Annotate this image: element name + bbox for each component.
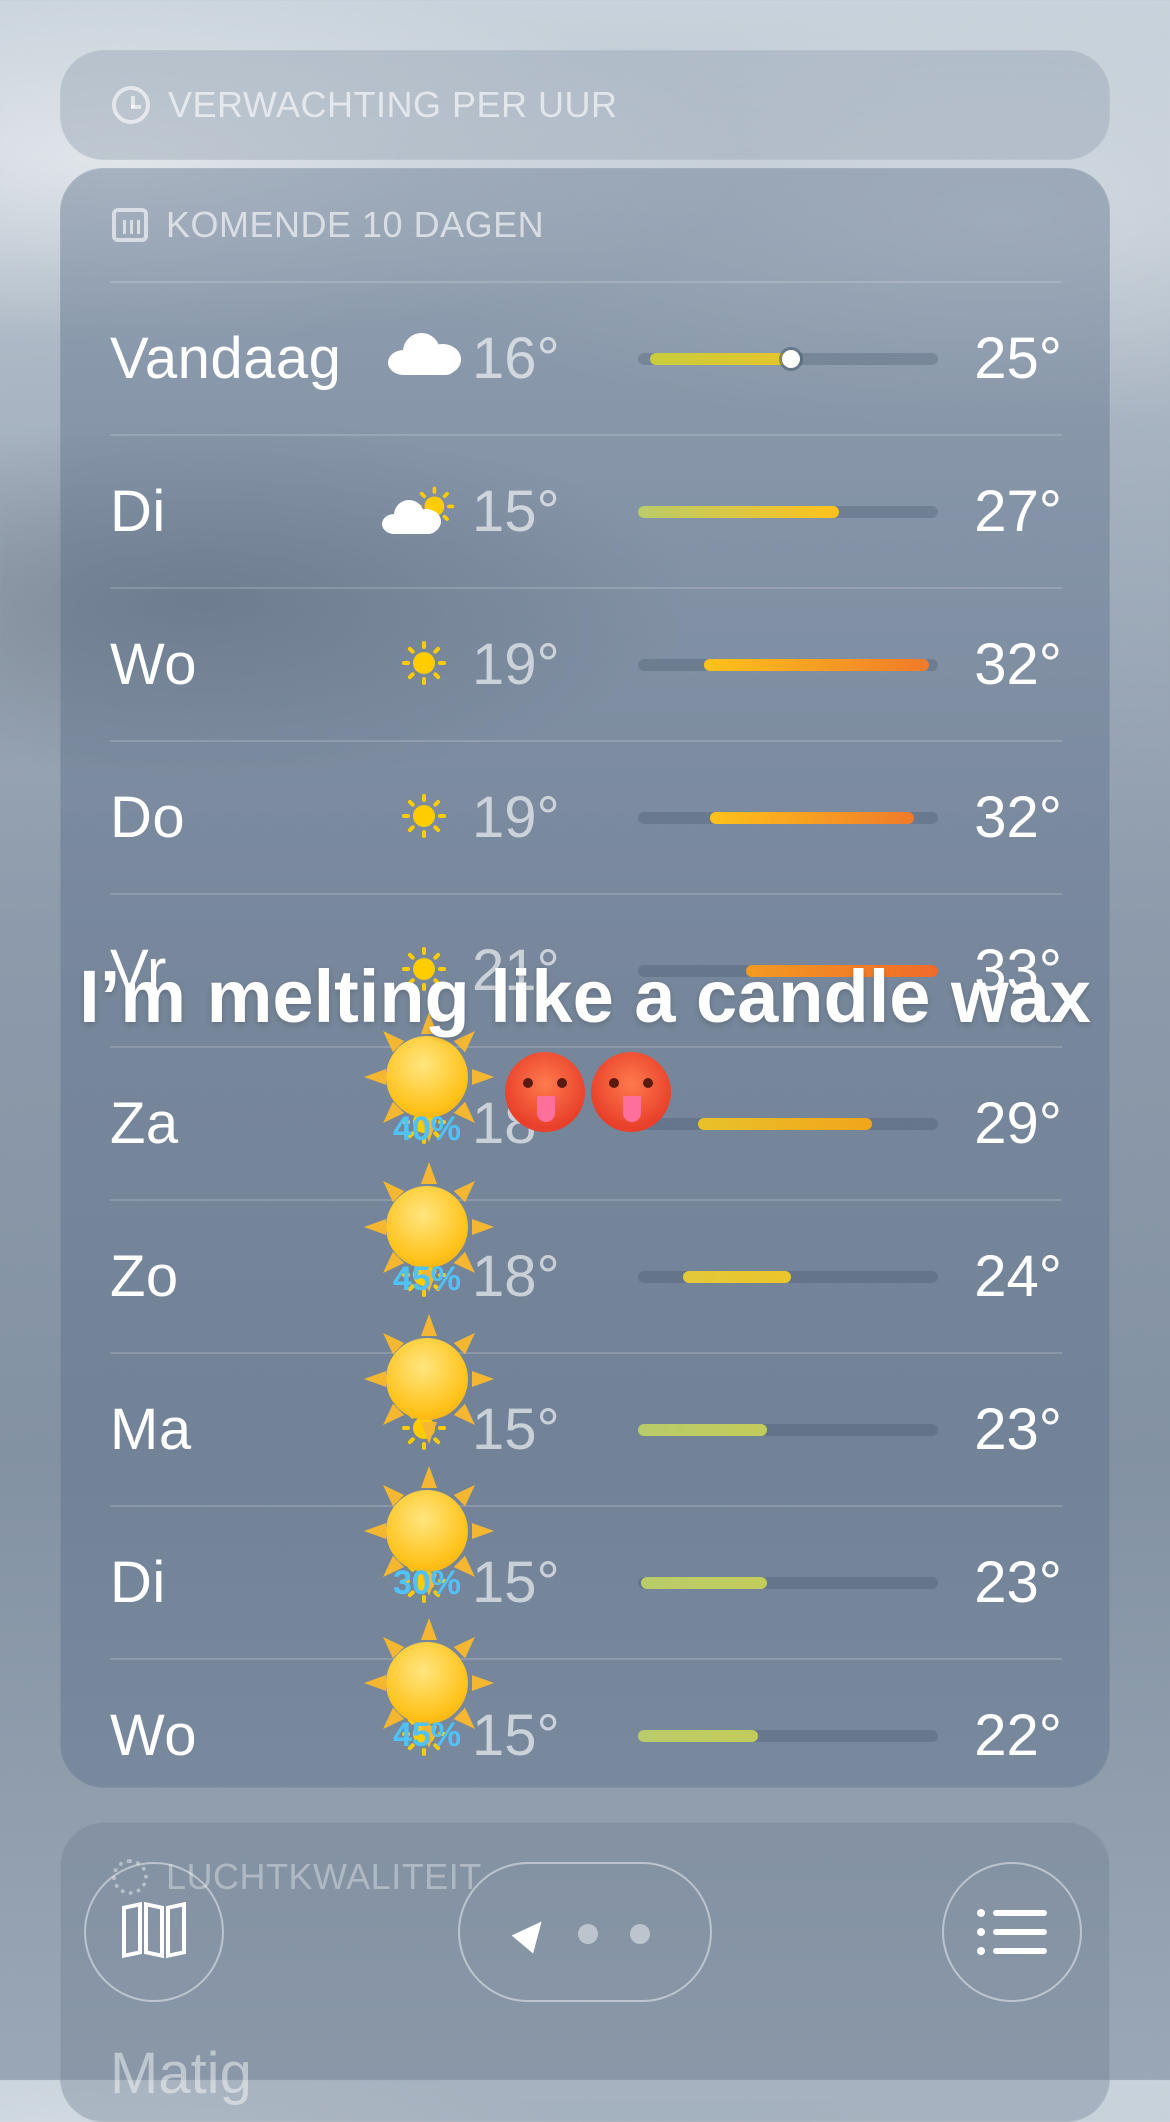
forecast-day: Vandaag [110, 326, 342, 391]
page-dot [578, 1924, 598, 1944]
partly-sunny-icon [382, 474, 460, 546]
clock-icon [112, 86, 150, 124]
precipitation-percent: 45% [392, 1716, 462, 1754]
hourly-header-label: VERWACHTING PER UUR [168, 84, 618, 125]
cloud-icon [388, 321, 462, 393]
temp-range-bar [638, 1730, 938, 1742]
air-quality-value: Matig [110, 2041, 252, 2106]
list-button[interactable] [942, 1862, 1082, 2002]
page-dot [630, 1924, 650, 1944]
forecast-row[interactable]: Wo 15° 22° [110, 1658, 1062, 1811]
temp-range-bar [638, 812, 938, 824]
sun-icon [388, 780, 460, 852]
forecast-row[interactable]: Ma 15° 23° [110, 1352, 1062, 1505]
forecast-day: Do [110, 785, 186, 850]
forecast-row[interactable]: Di 15° 23° [110, 1505, 1062, 1658]
temp-range-bar [638, 659, 938, 671]
temp-range-bar [638, 1271, 938, 1283]
high-temp: 32° [974, 785, 1062, 850]
forecast-row[interactable]: Di 15° 27° [110, 434, 1062, 587]
temp-range-bar [638, 1577, 938, 1589]
map-button[interactable] [84, 1862, 224, 2002]
temp-range-bar [638, 350, 938, 368]
map-icon [122, 1901, 186, 1960]
sun-sticker: 30% [362, 1466, 494, 1602]
temp-range-fill [650, 353, 791, 365]
forecast-row[interactable]: Zo 18° 24° [110, 1199, 1062, 1352]
forecast-day: Di [110, 1550, 166, 1615]
forecast-day: Wo [110, 632, 197, 697]
overlay-caption-text: I’m melting like a candle wax [79, 955, 1091, 1038]
forecast-day: Ma [110, 1397, 192, 1462]
forecast-day: Wo [110, 1703, 197, 1768]
calendar-icon [112, 208, 148, 242]
high-temp: 23° [974, 1550, 1062, 1615]
forecast-row[interactable]: Vandaag 16° 25° [110, 281, 1062, 434]
air-quality-label: LUCHTKWALITEIT [166, 1856, 482, 1897]
temp-range-fill [704, 659, 929, 671]
temp-range-fill [638, 1424, 767, 1436]
current-temp-dot [782, 350, 800, 368]
low-temp: 19° [472, 785, 560, 850]
temp-range-bar [638, 1424, 938, 1436]
temp-range-fill [710, 812, 914, 824]
daily-header: KOMENDE 10 DAGEN [112, 204, 544, 246]
hot-face-emoji [591, 1052, 671, 1132]
location-arrow-icon [511, 1912, 553, 1954]
high-temp: 25° [974, 326, 1062, 391]
forecast-row[interactable]: Do 19° 32° [110, 740, 1062, 893]
temp-range-fill [683, 1271, 791, 1283]
temp-range-fill [638, 1730, 758, 1742]
low-temp: 16° [472, 326, 560, 391]
precipitation-percent: 30% [392, 1564, 462, 1602]
hourly-forecast-card[interactable]: VERWACHTING PER UUR [60, 50, 1110, 160]
forecast-row[interactable]: Wo 19° 32° [110, 587, 1062, 740]
high-temp: 27° [974, 479, 1062, 544]
sun-sticker [362, 1314, 494, 1444]
low-temp: 15° [472, 479, 560, 544]
temp-range-fill [641, 1577, 767, 1589]
high-temp: 32° [974, 632, 1062, 697]
precipitation-percent: 45% [392, 1260, 462, 1298]
daily-header-label: KOMENDE 10 DAGEN [166, 204, 545, 245]
page-indicator[interactable] [458, 1862, 712, 2002]
low-temp: 19° [472, 632, 560, 697]
temp-range-fill [638, 506, 839, 518]
forecast-day: Di [110, 479, 166, 544]
temp-range-bar [638, 506, 938, 518]
forecast-day: Zo [110, 1244, 179, 1309]
overlay-caption: I’m melting like a candle wax [60, 948, 1110, 1144]
sun-sticker: 45% [362, 1618, 494, 1754]
sun-icon [388, 627, 460, 699]
sun-sticker: 45% [362, 1162, 494, 1298]
high-temp: 23° [974, 1397, 1062, 1462]
high-temp: 24° [974, 1244, 1062, 1309]
list-icon [977, 1909, 1047, 1955]
hot-face-emoji [505, 1052, 585, 1132]
high-temp: 22° [974, 1703, 1062, 1768]
hourly-header: VERWACHTING PER UUR [112, 84, 618, 126]
